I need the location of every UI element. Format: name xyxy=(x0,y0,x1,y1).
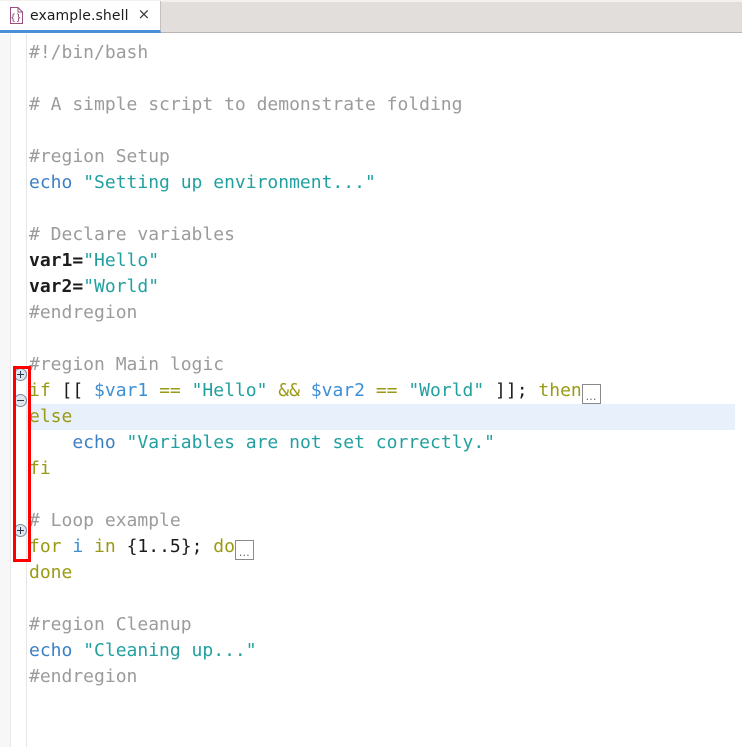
code-token-keyword: then xyxy=(527,380,582,401)
code-token-op: && xyxy=(267,380,311,401)
fold-marker-else[interactable] xyxy=(14,394,27,407)
code-line[interactable]: var1="Hello" xyxy=(29,248,159,274)
gutter-separator xyxy=(26,34,27,747)
code-token-assign: var2= xyxy=(29,276,84,297)
code-editor[interactable]: #!/bin/bash # A simple script to demonstr… xyxy=(0,34,742,747)
editor-left-margin xyxy=(0,34,11,747)
code-token-plain: ]]; xyxy=(484,380,528,401)
code-line[interactable]: echo "Variables are not set correctly." xyxy=(29,430,495,456)
code-token-builtin: echo xyxy=(29,432,127,453)
code-token-keyword: else xyxy=(29,406,73,427)
collapsed-fold-placeholder[interactable]: … xyxy=(581,384,601,404)
code-token-builtin: echo xyxy=(29,640,84,661)
code-token-string: "Hello" xyxy=(83,250,160,271)
code-token-string: "Cleaning up..." xyxy=(83,640,257,661)
code-token-comment: # A simple script to demonstrate folding xyxy=(29,94,463,115)
code-token-keyword: in xyxy=(94,536,127,557)
code-token-comment: #region Main logic xyxy=(29,354,225,375)
code-token-keyword: done xyxy=(29,562,73,583)
code-token-comment: #endregion xyxy=(29,666,138,687)
code-token-plain: {1..5}; xyxy=(126,536,203,557)
code-line[interactable]: # Declare variables xyxy=(29,222,235,248)
folding-gutter[interactable] xyxy=(11,34,26,747)
code-token-comment: # Declare variables xyxy=(29,224,235,245)
tab-bar: {} example.shell × xyxy=(0,0,742,33)
code-line[interactable]: #region Setup xyxy=(29,144,170,170)
code-line[interactable]: if [[ $var1 == "Hello" && $var2 == "Worl… xyxy=(29,378,601,404)
code-token-string: "Setting up environment..." xyxy=(83,172,376,193)
code-token-var: $var1 xyxy=(94,380,160,401)
code-token-comment: #region Setup xyxy=(29,146,170,167)
code-line[interactable]: #region Cleanup xyxy=(29,612,192,638)
code-line[interactable]: #!/bin/bash xyxy=(29,40,148,66)
code-token-comment: #endregion xyxy=(29,302,138,323)
shell-file-icon: {} xyxy=(9,7,24,24)
svg-text:{}: {} xyxy=(10,14,21,24)
code-token-plain: [[ xyxy=(61,380,95,401)
code-token-keyword: for xyxy=(29,536,73,557)
code-line[interactable]: #region Main logic xyxy=(29,352,224,378)
code-token-keyword: do xyxy=(202,536,235,557)
fold-marker-if[interactable] xyxy=(14,368,27,381)
close-icon[interactable]: × xyxy=(135,7,153,24)
code-line[interactable]: var2="World" xyxy=(29,274,159,300)
fold-marker-for[interactable] xyxy=(14,524,27,537)
code-token-assign: var1= xyxy=(29,250,84,271)
code-token-string: "Hello" xyxy=(191,380,268,401)
code-token-string: "World" xyxy=(83,276,160,297)
code-token-var: $var2 xyxy=(310,380,376,401)
code-line[interactable]: # Loop example xyxy=(29,508,181,534)
code-line[interactable]: #endregion xyxy=(29,300,137,326)
code-token-keyword: fi xyxy=(29,458,51,479)
code-token-comment: #region Cleanup xyxy=(29,614,192,635)
tab-label: example.shell xyxy=(30,7,129,24)
code-token-keyword: if xyxy=(29,380,62,401)
code-token-comment: # Loop example xyxy=(29,510,181,531)
code-token-comment: #!/bin/bash xyxy=(29,42,149,63)
code-token-string: "World" xyxy=(408,380,485,401)
code-token-op: == xyxy=(159,380,192,401)
code-line[interactable]: echo "Cleaning up..." xyxy=(29,638,257,664)
code-line[interactable]: echo "Setting up environment..." xyxy=(29,170,376,196)
code-line[interactable]: for i in {1..5}; do… xyxy=(29,534,254,560)
code-token-string: "Variables are not set correctly." xyxy=(126,432,496,453)
code-line[interactable]: fi xyxy=(29,456,51,482)
code-line[interactable]: done xyxy=(29,560,72,586)
code-line[interactable]: # A simple script to demonstrate folding xyxy=(29,92,462,118)
collapsed-fold-placeholder[interactable]: … xyxy=(234,540,254,560)
code-token-var: i xyxy=(72,536,95,557)
tab-example-shell[interactable]: {} example.shell × xyxy=(0,1,162,33)
code-line[interactable]: else xyxy=(29,404,72,430)
code-line[interactable]: #endregion xyxy=(29,664,137,690)
code-token-op: == xyxy=(375,380,409,401)
code-text-layer[interactable]: #!/bin/bash # A simple script to demonstr… xyxy=(29,34,742,747)
code-token-builtin: echo xyxy=(29,172,84,193)
